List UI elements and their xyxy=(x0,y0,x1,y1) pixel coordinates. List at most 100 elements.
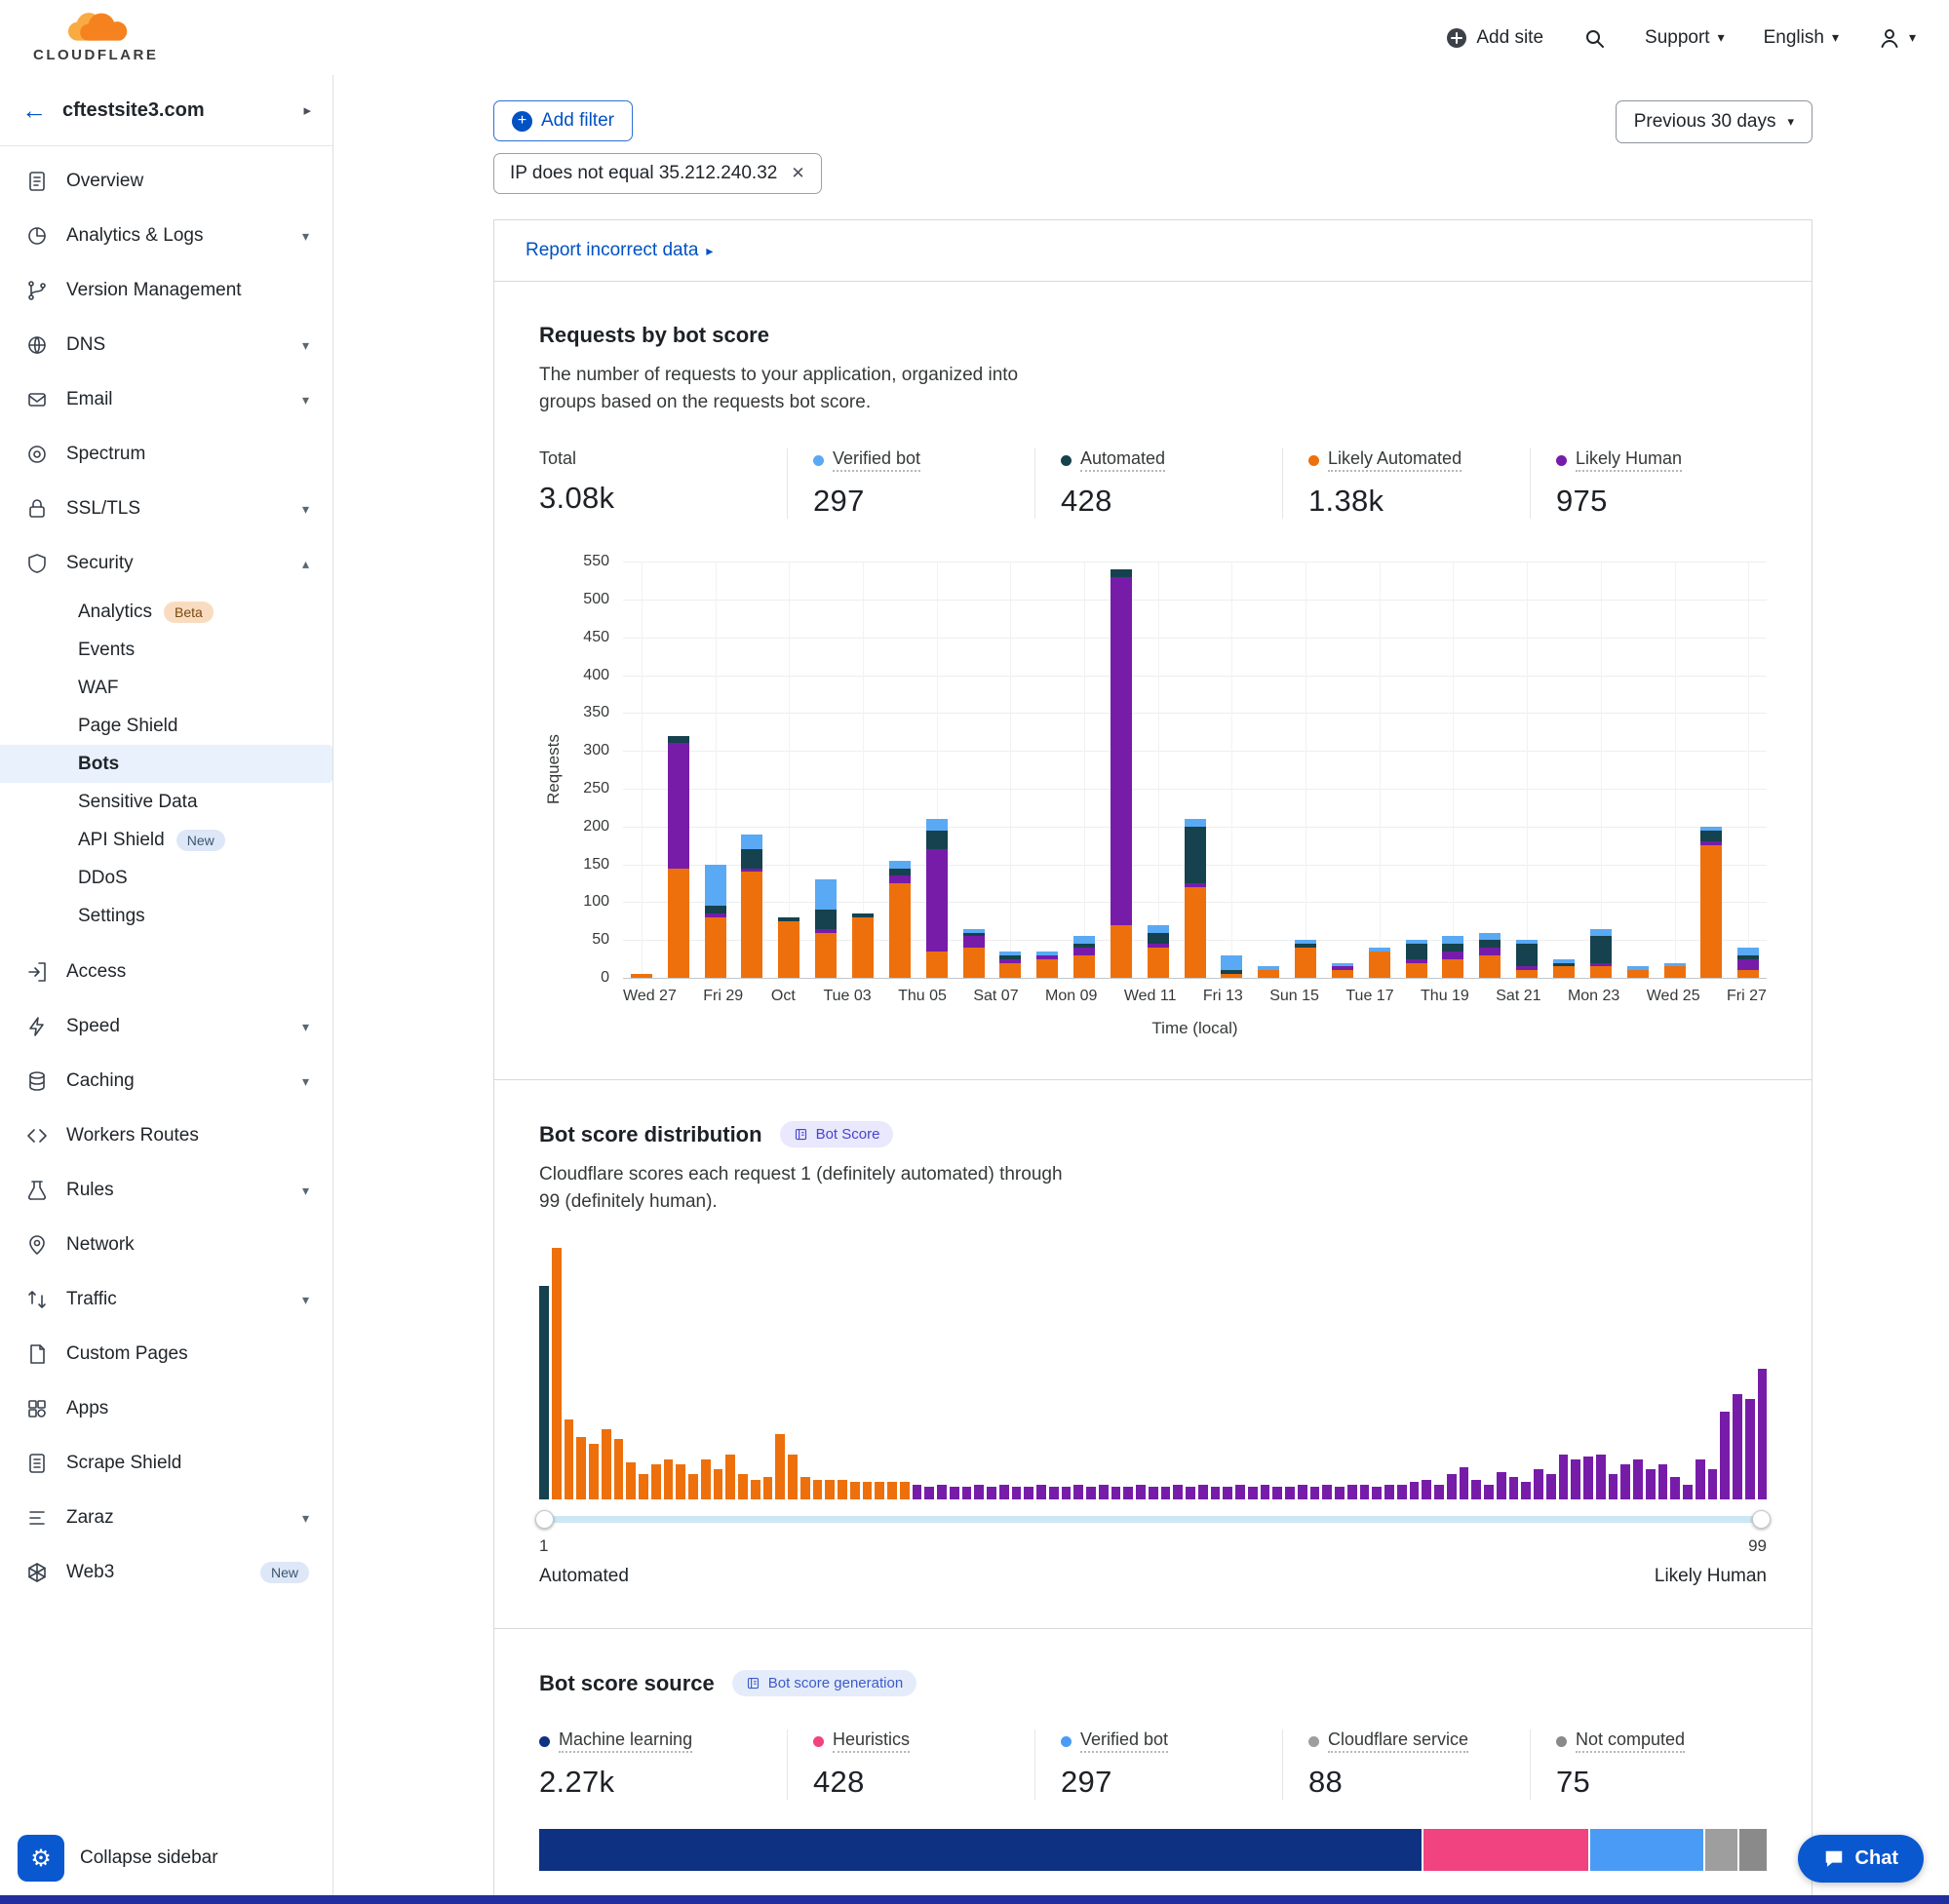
plot-area xyxy=(623,562,1767,978)
sidebar-item-rules[interactable]: Rules▾ xyxy=(0,1163,332,1218)
sidebar-item-settings[interactable]: Settings xyxy=(0,897,332,935)
sidebar-item-security[interactable]: Security▴ xyxy=(0,536,332,591)
segment-likely-human xyxy=(1442,952,1463,959)
hist-bar-score-48 xyxy=(1123,1487,1133,1499)
x-tick-label: Thu 19 xyxy=(1421,988,1469,1005)
x-tick-label xyxy=(743,988,769,1005)
hist-bar-score-4 xyxy=(576,1437,586,1500)
sidebar-item-sensitive-data[interactable]: Sensitive Data xyxy=(0,783,332,821)
sidebar-item-dns[interactable]: DNS▾ xyxy=(0,318,332,372)
section-description: The number of requests to your applicati… xyxy=(539,362,1066,415)
hist-bar-score-96 xyxy=(1720,1412,1730,1499)
sidebar-item-overview[interactable]: Overview xyxy=(0,154,332,209)
chat-button[interactable]: Chat xyxy=(1798,1835,1924,1883)
sidebar-item-events[interactable]: Events xyxy=(0,631,332,669)
distribution-section: Bot score distribution Bot Score Cloudfl… xyxy=(494,1079,1812,1628)
bot-score-generation-badge[interactable]: Bot score generation xyxy=(732,1670,916,1696)
sidebar-item-ssl-tls[interactable]: SSL/TLS▾ xyxy=(0,482,332,536)
sidebar-item-custom-pages[interactable]: Custom Pages xyxy=(0,1327,332,1381)
sidebar-item-web3[interactable]: Web3New xyxy=(0,1545,332,1600)
legend-dot xyxy=(1556,455,1567,466)
segment-likely-automated xyxy=(705,917,726,978)
remove-filter-icon[interactable]: ✕ xyxy=(791,164,804,183)
sidebar-item-spectrum[interactable]: Spectrum xyxy=(0,427,332,482)
sidebar-item-label: Bots xyxy=(78,754,119,775)
source-segment-heuristics xyxy=(1422,1829,1588,1871)
add-site-button[interactable]: Add site xyxy=(1445,26,1543,50)
legend-dot xyxy=(1556,1736,1567,1747)
language-menu[interactable]: English ▾ xyxy=(1764,27,1839,49)
report-incorrect-link[interactable]: Report incorrect data▸ xyxy=(526,240,713,260)
segment-automated xyxy=(1148,933,1169,945)
x-tick-label: Mon 09 xyxy=(1045,988,1097,1005)
x-tick-label xyxy=(1019,988,1045,1005)
date-range-button[interactable]: Previous 30 days ▾ xyxy=(1616,100,1813,143)
hist-bar-score-25 xyxy=(838,1480,847,1500)
sidebar-item-ddos[interactable]: DDoS xyxy=(0,859,332,897)
x-tick-label: Wed 25 xyxy=(1647,988,1700,1005)
stat-automated: Automated428 xyxy=(1034,448,1282,519)
sidebar-item-caching[interactable]: Caching▾ xyxy=(0,1054,332,1108)
sidebar-item-email[interactable]: Email▾ xyxy=(0,372,332,427)
hist-bar-score-6 xyxy=(602,1429,611,1499)
cloudflare-logo[interactable]: CLOUDFLARE xyxy=(33,12,158,63)
x-tick-label: Tue 03 xyxy=(823,988,871,1005)
bar-wed-04 xyxy=(881,562,918,978)
bot-score-badge[interactable]: Bot Score xyxy=(780,1121,894,1147)
bar-sun-22 xyxy=(1545,562,1582,978)
sidebar-item-access[interactable]: Access xyxy=(0,945,332,999)
sidebar-item-network[interactable]: Network xyxy=(0,1218,332,1272)
add-filter-button[interactable]: + Add filter xyxy=(493,100,633,141)
hist-bar-score-53 xyxy=(1186,1487,1195,1499)
segment-likely-automated xyxy=(1111,925,1132,978)
sidebar-item-scrape-shield[interactable]: Scrape Shield xyxy=(0,1436,332,1491)
sidebar-item-api-shield[interactable]: API ShieldNew xyxy=(0,821,332,859)
slider-handle-min[interactable] xyxy=(535,1510,554,1529)
sidebar-item-page-shield[interactable]: Page Shield xyxy=(0,707,332,745)
sidebar-item-waf[interactable]: WAF xyxy=(0,669,332,707)
sidebar-item-label: Caching xyxy=(66,1070,285,1092)
hist-bar-score-75 xyxy=(1460,1467,1469,1500)
legend-dot xyxy=(813,455,824,466)
hist-bar-score-11 xyxy=(664,1459,674,1499)
sidebar-item-analytics-logs[interactable]: Analytics & Logs▾ xyxy=(0,209,332,263)
sidebar-item-analytics[interactable]: AnalyticsBeta xyxy=(0,593,332,631)
settings-gear-button[interactable]: ⚙ xyxy=(18,1835,64,1882)
site-switcher-chevron-icon[interactable]: ▸ xyxy=(303,101,311,119)
hist-bar-score-74 xyxy=(1447,1474,1457,1499)
segment-likely-automated xyxy=(1516,970,1538,978)
bar-thu-12 xyxy=(1177,562,1214,978)
report-row: Report incorrect data▸ xyxy=(494,220,1812,281)
back-arrow-icon[interactable]: ← xyxy=(21,97,47,123)
search-button[interactable] xyxy=(1582,26,1606,50)
stat-value: 975 xyxy=(1556,484,1777,519)
hist-bar-score-66 xyxy=(1347,1485,1357,1499)
sidebar-item-label: Network xyxy=(66,1234,309,1256)
caching-icon xyxy=(25,1069,49,1093)
slider-handle-max[interactable] xyxy=(1752,1510,1771,1529)
account-menu[interactable]: ▾ xyxy=(1878,26,1916,50)
sidebar-item-traffic[interactable]: Traffic▾ xyxy=(0,1272,332,1327)
page-bottom-bar xyxy=(0,1895,1949,1904)
y-axis-label: Requests xyxy=(539,562,568,978)
sidebar-item-label: Page Shield xyxy=(78,716,177,737)
support-menu[interactable]: Support ▾ xyxy=(1645,27,1725,49)
hist-bar-score-9 xyxy=(639,1474,648,1499)
segment-likely-automated xyxy=(1553,966,1575,978)
collapse-sidebar[interactable]: Collapse sidebar xyxy=(80,1847,218,1869)
bar-fri-27 xyxy=(1730,562,1767,978)
hist-bar-score-70 xyxy=(1397,1485,1407,1499)
sidebar-item-version-management[interactable]: Version Management xyxy=(0,263,332,318)
filter-toolbar: + Add filter IP does not equal 35.212.24… xyxy=(493,100,1813,194)
sidebar-item-apps[interactable]: Apps xyxy=(0,1381,332,1436)
web3-icon xyxy=(25,1561,49,1584)
filter-chip[interactable]: IP does not equal 35.212.240.32 ✕ xyxy=(493,153,822,194)
sidebar-item-workers-routes[interactable]: Workers Routes xyxy=(0,1108,332,1163)
sidebar-item-speed[interactable]: Speed▾ xyxy=(0,999,332,1054)
segment-likely-automated xyxy=(852,917,874,978)
x-tick-label: Wed 11 xyxy=(1124,988,1177,1005)
sidebar-item-zaraz[interactable]: Zaraz▾ xyxy=(0,1491,332,1545)
x-tick-label: Fri 13 xyxy=(1203,988,1243,1005)
sidebar-item-bots[interactable]: Bots xyxy=(0,745,332,783)
hist-bar-score-77 xyxy=(1484,1485,1494,1499)
